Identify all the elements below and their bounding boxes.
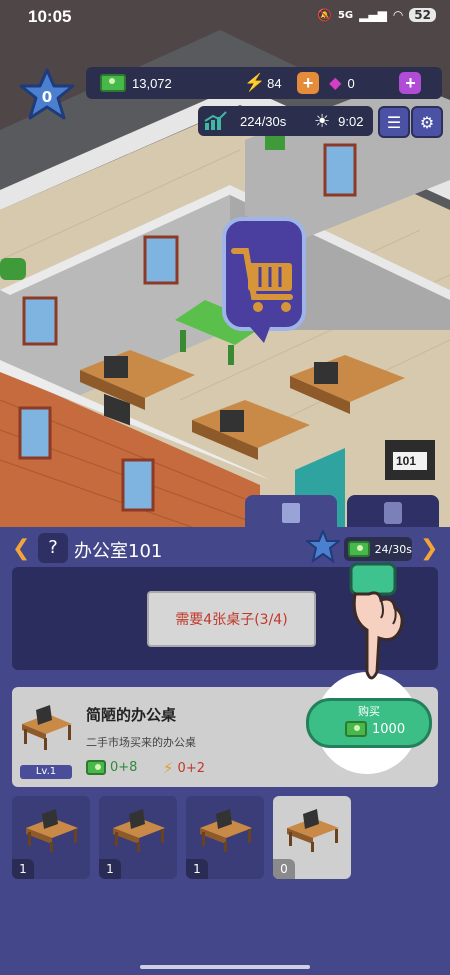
add-energy-button[interactable]: + <box>297 72 320 94</box>
level-value: 0 <box>41 88 53 106</box>
desk-slot-2[interactable]: 1 <box>99 796 177 879</box>
desk-slot-4[interactable]: 0 <box>273 796 351 879</box>
building-icon <box>282 503 300 523</box>
clock-value: 9:02 <box>338 113 364 129</box>
desk-icon <box>287 809 339 852</box>
room-title: 办公室101 <box>74 541 163 562</box>
room-rate: 24/30s <box>374 542 412 556</box>
status-bar: 10:05 🔕 5G ▂▄▆ ◠ 52 <box>0 0 450 34</box>
item-level: Lv.1 <box>35 766 57 777</box>
clipboard-icon <box>384 502 402 524</box>
status-icons: 🔕 5G ▂▄▆ ◠ 52 <box>317 8 436 22</box>
lightning-icon: ⚡ <box>244 73 266 92</box>
cash-value: 13,072 <box>132 75 172 91</box>
desk-slot-3[interactable]: 1 <box>186 796 264 879</box>
room-rate-pill: 24/30s <box>344 537 412 561</box>
tab-building[interactable] <box>245 495 337 531</box>
tutorial-pointer <box>345 560 409 688</box>
cash-icon <box>348 541 370 557</box>
prev-room-arrow[interactable]: ❮ <box>12 536 30 561</box>
desk-icon <box>200 809 252 852</box>
stat-energy-value: 0+2 <box>177 760 205 776</box>
buy-button[interactable]: 购买 1000 <box>306 698 432 748</box>
item-name: 简陋的办公桌 <box>86 706 177 724</box>
desk-icon <box>113 809 165 852</box>
next-room-arrow[interactable]: ❯ <box>420 536 438 561</box>
buy-label: 购买 <box>358 705 380 718</box>
item-thumbnail <box>18 700 74 760</box>
currency-bar: 13,072 ⚡ 84 + ◆ 0 + <box>86 67 442 99</box>
help-button[interactable]: ? <box>38 533 68 563</box>
item-level-badge: Lv.1 <box>20 765 72 779</box>
battery-indicator: 52 <box>409 8 436 22</box>
slot-count: 1 <box>99 859 121 879</box>
desk-icon <box>26 809 78 852</box>
wifi-icon: ◠ <box>392 8 404 22</box>
slot-count: 0 <box>273 859 295 879</box>
energy-value: 84 <box>267 75 282 91</box>
desk-icon <box>22 705 72 750</box>
home-indicator[interactable] <box>140 965 310 969</box>
mute-icon: 🔕 <box>317 8 332 22</box>
add-gems-button[interactable]: + <box>399 72 422 94</box>
income-bar: 224/30s ☀ 9:02 <box>198 106 373 136</box>
desk-slot-1[interactable]: 1 <box>12 796 90 879</box>
cash-icon <box>86 760 106 775</box>
small-star-icon <box>304 528 342 564</box>
item-stat-cash: 0+8 <box>86 760 137 775</box>
income-rate: 224/30s <box>240 113 287 129</box>
cart-bubble[interactable] <box>220 215 308 345</box>
list-icon: ☰ <box>386 112 402 132</box>
cash-icon <box>345 721 367 737</box>
chart-icon <box>204 111 227 130</box>
buy-price: 1000 <box>372 721 406 737</box>
stat-cash-value: 0+8 <box>110 760 138 775</box>
tab-tasks[interactable] <box>347 495 439 531</box>
sun-icon: ☀ <box>314 110 331 131</box>
network-label: 5G <box>337 9 354 21</box>
gem-value: 0 <box>347 75 355 91</box>
cart-icon <box>222 217 306 343</box>
room-level-star <box>304 528 342 564</box>
settings-button[interactable]: ⚙ <box>411 106 443 138</box>
signal-icon: ▂▄▆ <box>359 8 387 22</box>
status-time: 10:05 <box>28 7 72 26</box>
pointing-hand-icon <box>349 562 404 680</box>
buy-price-row: 1000 <box>345 721 405 737</box>
gem-icon: ◆ <box>329 75 342 92</box>
requirement-text: 需要4张桌子(3/4) <box>175 612 288 628</box>
list-button[interactable]: ☰ <box>378 106 410 138</box>
level-badge[interactable]: 0 <box>18 68 76 126</box>
cash-icon <box>100 74 126 92</box>
requirement-banner: 需要4张桌子(3/4) <box>147 591 316 647</box>
lightning-icon: ⚡ <box>163 759 174 777</box>
gear-icon: ⚙ <box>419 112 435 132</box>
door-number: 101 <box>396 454 417 468</box>
slot-count: 1 <box>186 859 208 879</box>
slot-count: 1 <box>12 859 34 879</box>
help-label: ? <box>48 537 58 558</box>
item-description: 二手市场买来的办公桌 <box>86 736 196 749</box>
item-stat-energy: ⚡ 0+2 <box>163 759 205 777</box>
